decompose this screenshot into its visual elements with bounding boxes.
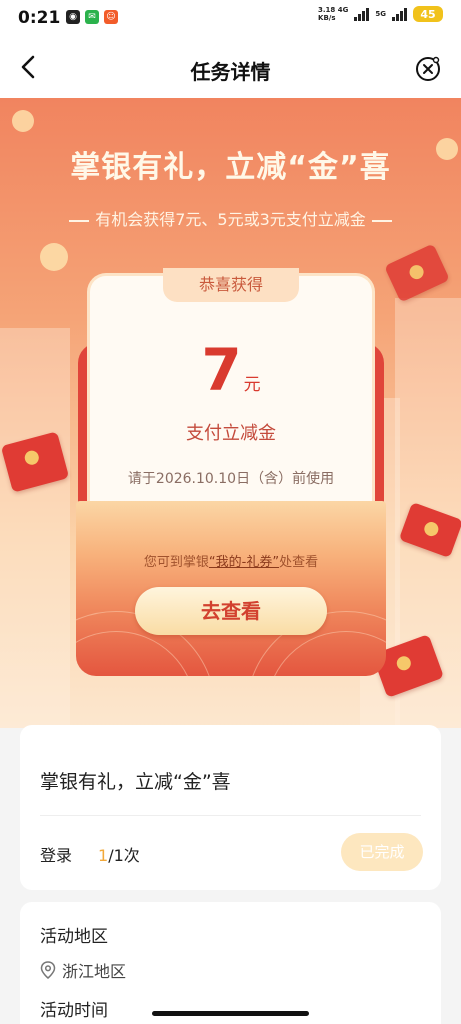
status-app-icons: ◉ ✉ ☺ bbox=[66, 10, 118, 24]
task-title: 掌银有礼，立减“金”喜 bbox=[40, 771, 231, 793]
close-circle-icon[interactable] bbox=[415, 56, 441, 82]
signal-icon-2 bbox=[392, 7, 407, 21]
reward-type: 支付立减金 bbox=[186, 423, 276, 444]
coin-decoration bbox=[40, 243, 68, 271]
net-type-2: 5G bbox=[375, 10, 386, 18]
amount-value: 7 bbox=[201, 336, 242, 404]
net-speed: 3.18 4G KB/s bbox=[318, 6, 349, 22]
reward-card: 恭喜获得 7元 支付立减金 请于2026.10.10日（含）前使用 bbox=[90, 268, 372, 536]
divider bbox=[40, 815, 421, 816]
home-indicator[interactable] bbox=[152, 1011, 309, 1016]
envelope-front: 您可到掌银“我的-礼券”处查看 去查看 bbox=[76, 501, 386, 676]
status-time: 0:21 bbox=[18, 8, 61, 28]
time-label: 活动时间 bbox=[40, 1001, 108, 1021]
page-title: 任务详情 bbox=[190, 60, 271, 84]
task-card: 掌银有礼，立减“金”喜 登录 1/1次 已完成 bbox=[20, 725, 441, 890]
task-label: 登录 bbox=[40, 846, 73, 865]
my-coupons-link[interactable]: “我的-礼券” bbox=[209, 555, 279, 570]
status-right: 3.18 4G KB/s 5G 45 bbox=[318, 6, 443, 22]
nav-bar: 任务详情 bbox=[0, 36, 461, 98]
background-building bbox=[0, 328, 70, 728]
wechat-icon: ✉ bbox=[85, 10, 99, 24]
coin-decoration bbox=[12, 110, 34, 132]
signal-icon bbox=[354, 7, 370, 21]
hero-title: 掌银有礼，立减“金”喜 bbox=[70, 150, 391, 185]
amount-unit: 元 bbox=[243, 375, 261, 395]
location-pin-icon bbox=[40, 961, 56, 979]
coupon-hint: 您可到掌银“我的-礼券”处查看 bbox=[143, 555, 319, 570]
status-bar: 0:21 ◉ ✉ ☺ 3.18 4G KB/s 5G 45 bbox=[0, 0, 461, 36]
view-button[interactable]: 去查看 bbox=[135, 587, 327, 635]
hero-banner: 掌银有礼，立减“金”喜 有机会获得7元、5元或3元支付立减金 恭喜获得 7元 支… bbox=[0, 98, 461, 728]
area-label: 活动地区 bbox=[40, 927, 108, 947]
hero-subtitle: 有机会获得7元、5元或3元支付立减金 bbox=[0, 206, 461, 230]
reward-amount: 7元 bbox=[90, 336, 372, 404]
reward-expiry: 请于2026.10.10日（含）前使用 bbox=[127, 471, 335, 487]
area-value: 浙江地区 bbox=[62, 962, 127, 981]
activity-area-card: 活动地区 浙江地区 活动时间 bbox=[20, 902, 441, 1024]
red-envelope-decoration bbox=[384, 243, 450, 303]
task-progress: 1/1次 bbox=[98, 846, 140, 865]
app-notification-icon: ☺ bbox=[104, 10, 118, 24]
reward-badge: 恭喜获得 bbox=[163, 268, 299, 302]
qq-icon: ◉ bbox=[66, 10, 80, 24]
completed-button[interactable]: 已完成 bbox=[341, 833, 423, 871]
area-row: 浙江地区 bbox=[40, 958, 126, 982]
battery-icon: 45 bbox=[413, 6, 443, 22]
